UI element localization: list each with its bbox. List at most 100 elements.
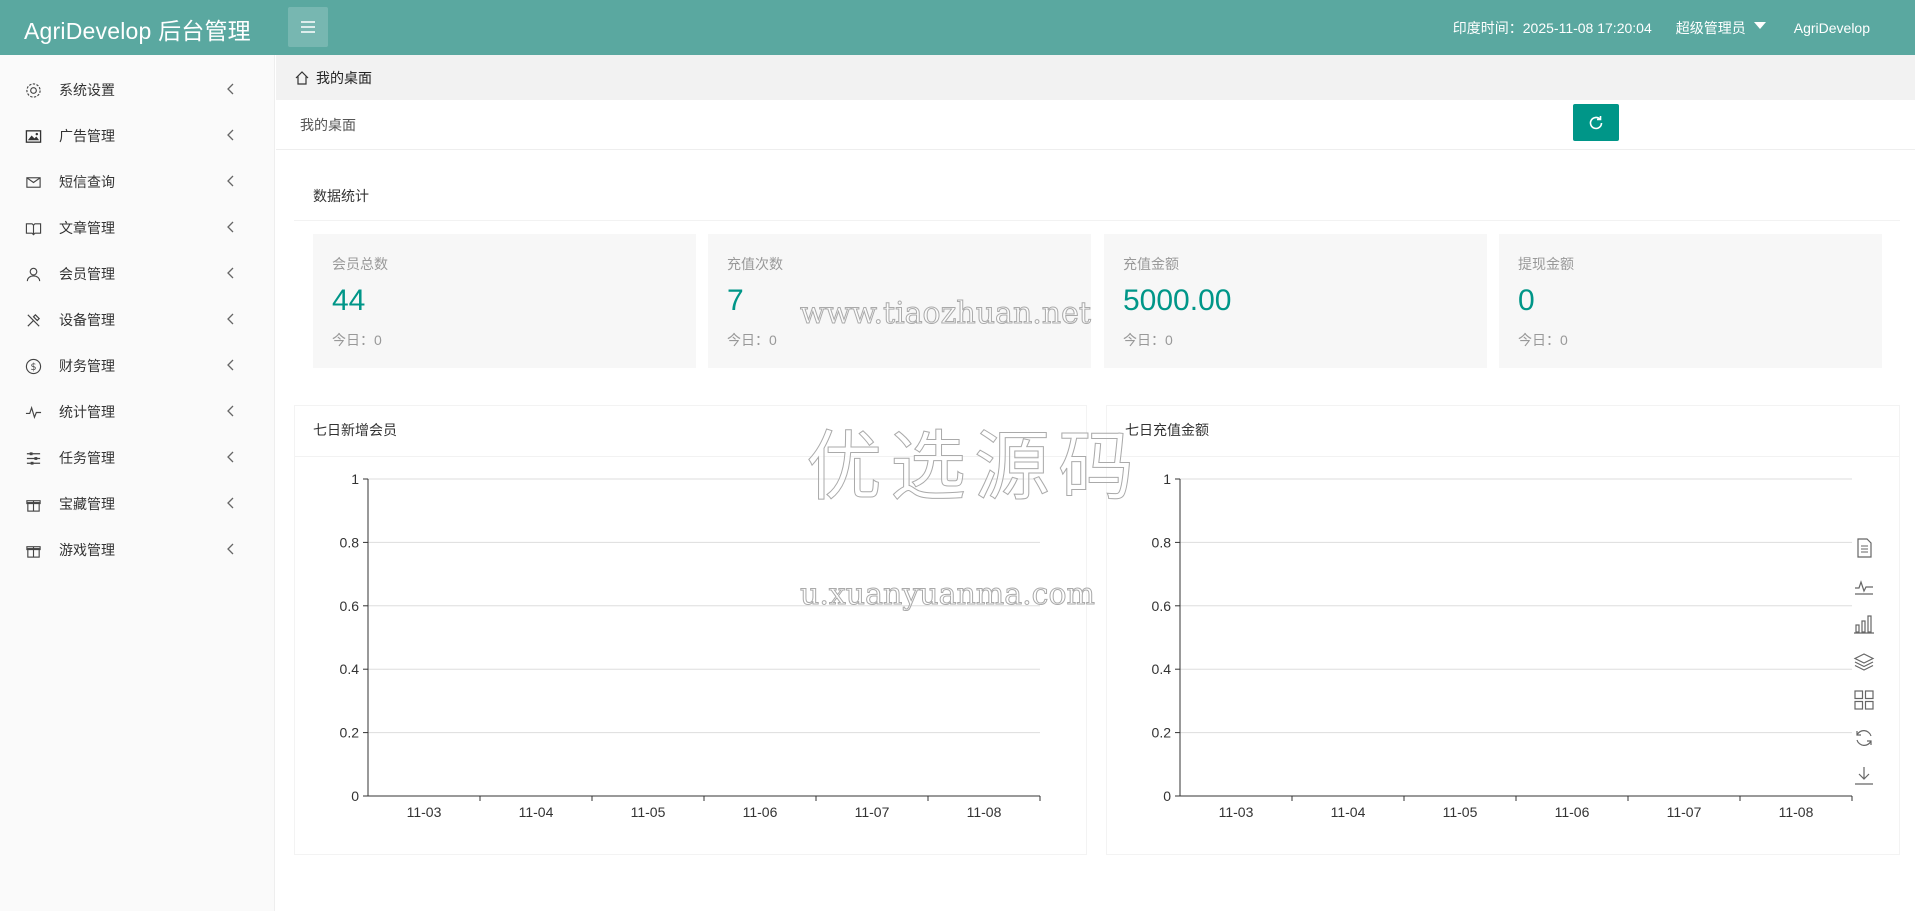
x-tick-label: 11-08: [967, 804, 1002, 820]
data-view-icon[interactable]: [1853, 537, 1875, 559]
stat-value: 44: [332, 284, 366, 317]
gift-icon: [24, 495, 42, 513]
stat-value: 0: [1518, 284, 1535, 317]
sidebar-item-label: 系统设置: [59, 82, 115, 98]
refresh-button[interactable]: [1573, 104, 1619, 141]
stat-today: 今日：0: [727, 332, 777, 348]
sidebar-item-articles[interactable]: 文章管理: [0, 205, 274, 251]
stats-card: 数据统计 会员总数 44 今日：0 充值次数 7 今日：0 充值金额 5000.…: [294, 168, 1900, 386]
x-tick-label: 11-06: [743, 804, 778, 820]
sidebar-item-label: 游戏管理: [59, 542, 115, 558]
menu-toggle-button[interactable]: [288, 7, 328, 47]
sidebar-item-label: 短信查询: [59, 174, 115, 190]
stat-label: 充值金额: [1123, 256, 1179, 272]
app-logo[interactable]: AgriDevelop 后台管理: [24, 12, 251, 46]
x-tick-label: 11-03: [1219, 804, 1254, 820]
page-title: 我的桌面: [300, 117, 356, 133]
sidebar-item-finance[interactable]: $ 财务管理: [0, 343, 274, 389]
x-tick-label: 11-07: [1667, 804, 1702, 820]
x-tick-label: 11-07: [855, 804, 890, 820]
svg-text:$: $: [30, 361, 36, 372]
stat-box-withdraw-amount: 提现金额 0 今日：0: [1499, 234, 1882, 368]
x-tick-label: 11-05: [1443, 804, 1478, 820]
download-icon[interactable]: [1853, 765, 1875, 787]
stat-label: 会员总数: [332, 256, 388, 272]
y-tick-label: 0.4: [1152, 661, 1172, 677]
bar-icon[interactable]: [1853, 613, 1875, 635]
chart-card-new-members: 七日新增会员 0 0.2 0.4 0.6 0.8 1 11-03 11-04 11-05 11-0…: [294, 405, 1087, 855]
chevron-left-icon: [227, 405, 234, 417]
tiled-icon[interactable]: [1853, 689, 1875, 711]
x-tick-label: 11-05: [631, 804, 666, 820]
stat-box-total-members: 会员总数 44 今日：0: [313, 234, 696, 368]
x-tick-label: 11-04: [1331, 804, 1366, 820]
x-tick-label: 11-03: [407, 804, 442, 820]
chevron-left-icon: [227, 313, 234, 325]
mail-icon: [24, 173, 42, 191]
gift-icon: [24, 541, 42, 559]
y-tick-label: 0.8: [340, 534, 360, 550]
admin-role-label: 超级管理员: [1675, 19, 1746, 36]
breadcrumb: 我的桌面: [276, 55, 1915, 100]
sidebar-item-ads[interactable]: 广告管理: [0, 113, 274, 159]
sidebar-item-label: 会员管理: [59, 266, 115, 282]
sidebar-item-label: 设备管理: [59, 312, 115, 328]
y-tick-label: 0: [351, 788, 359, 804]
y-tick-label: 1: [351, 471, 359, 487]
chevron-left-icon: [227, 175, 234, 187]
x-tick-label: 11-04: [519, 804, 554, 820]
sidebar-item-system-settings[interactable]: 系统设置: [0, 67, 274, 113]
stat-today: 今日：0: [1518, 332, 1568, 348]
chart-toolbox: [1853, 537, 1875, 803]
stat-value: 7: [727, 284, 744, 317]
sidebar-item-sms[interactable]: 短信查询: [0, 159, 274, 205]
sidebar-item-games[interactable]: 游戏管理: [0, 527, 274, 573]
y-tick-label: 0: [1163, 788, 1171, 804]
sidebar-item-statistics[interactable]: 统计管理: [0, 389, 274, 435]
gear-icon: [24, 81, 42, 99]
refresh-icon: [1589, 115, 1603, 129]
stat-value: 5000.00: [1123, 284, 1232, 317]
chevron-left-icon: [227, 497, 234, 509]
sidebar-item-devices[interactable]: 设备管理: [0, 297, 274, 343]
home-icon: [295, 70, 309, 85]
line-chart: 0 0.2 0.4 0.6 0.8 1 11-03 11-04 11-05 11-06 11-07 1…: [340, 471, 1041, 820]
y-tick-label: 0.2: [340, 725, 360, 741]
stat-label: 提现金额: [1518, 256, 1574, 272]
hamburger-icon: [301, 21, 315, 33]
book-icon: [24, 219, 42, 237]
sidebar-item-label: 任务管理: [59, 450, 115, 466]
chevron-left-icon: [227, 221, 234, 233]
chevron-left-icon: [227, 129, 234, 141]
line-chart: 0 0.2 0.4 0.6 0.8 1 11-03 11-04 11-05 11-06 11-07 1…: [1152, 471, 1853, 820]
y-tick-label: 0.8: [1152, 534, 1172, 550]
page-header: 我的桌面: [276, 100, 1915, 150]
chevron-left-icon: [227, 267, 234, 279]
server-time: 印度时间：2025-11-08 17:20:04: [1452, 19, 1652, 36]
top-header: AgriDevelop 后台管理 印度时间：2025-11-08 17:20:0…: [0, 0, 1915, 55]
dollar-icon: $: [24, 357, 42, 375]
restore-icon[interactable]: [1853, 727, 1875, 749]
sliders-icon: [24, 449, 42, 467]
sidebar-item-tasks[interactable]: 任务管理: [0, 435, 274, 481]
sidebar-item-label: 文章管理: [59, 220, 115, 236]
divider: [294, 220, 1900, 221]
x-tick-label: 11-08: [1779, 804, 1814, 820]
line-icon[interactable]: [1853, 575, 1875, 597]
x-tick-label: 11-06: [1555, 804, 1590, 820]
stat-box-recharge-amount: 充值金额 5000.00 今日：0: [1104, 234, 1487, 368]
tools-icon: [24, 311, 42, 329]
stat-today: 今日：0: [332, 332, 382, 348]
user-icon: [24, 265, 42, 283]
y-tick-label: 1: [1163, 471, 1171, 487]
sidebar-item-treasure[interactable]: 宝藏管理: [0, 481, 274, 527]
admin-dropdown[interactable]: 超级管理员: [1676, 18, 1766, 38]
breadcrumb-item[interactable]: 我的桌面: [316, 68, 372, 88]
stat-label: 充值次数: [727, 256, 783, 272]
sidebar-item-label: 统计管理: [59, 404, 115, 420]
user-name-link[interactable]: AgriDevelop: [1794, 20, 1870, 36]
sidebar-item-members[interactable]: 会员管理: [0, 251, 274, 297]
y-tick-label: 0.6: [340, 598, 360, 614]
image-icon: [24, 127, 42, 145]
stack-icon[interactable]: [1853, 651, 1875, 673]
